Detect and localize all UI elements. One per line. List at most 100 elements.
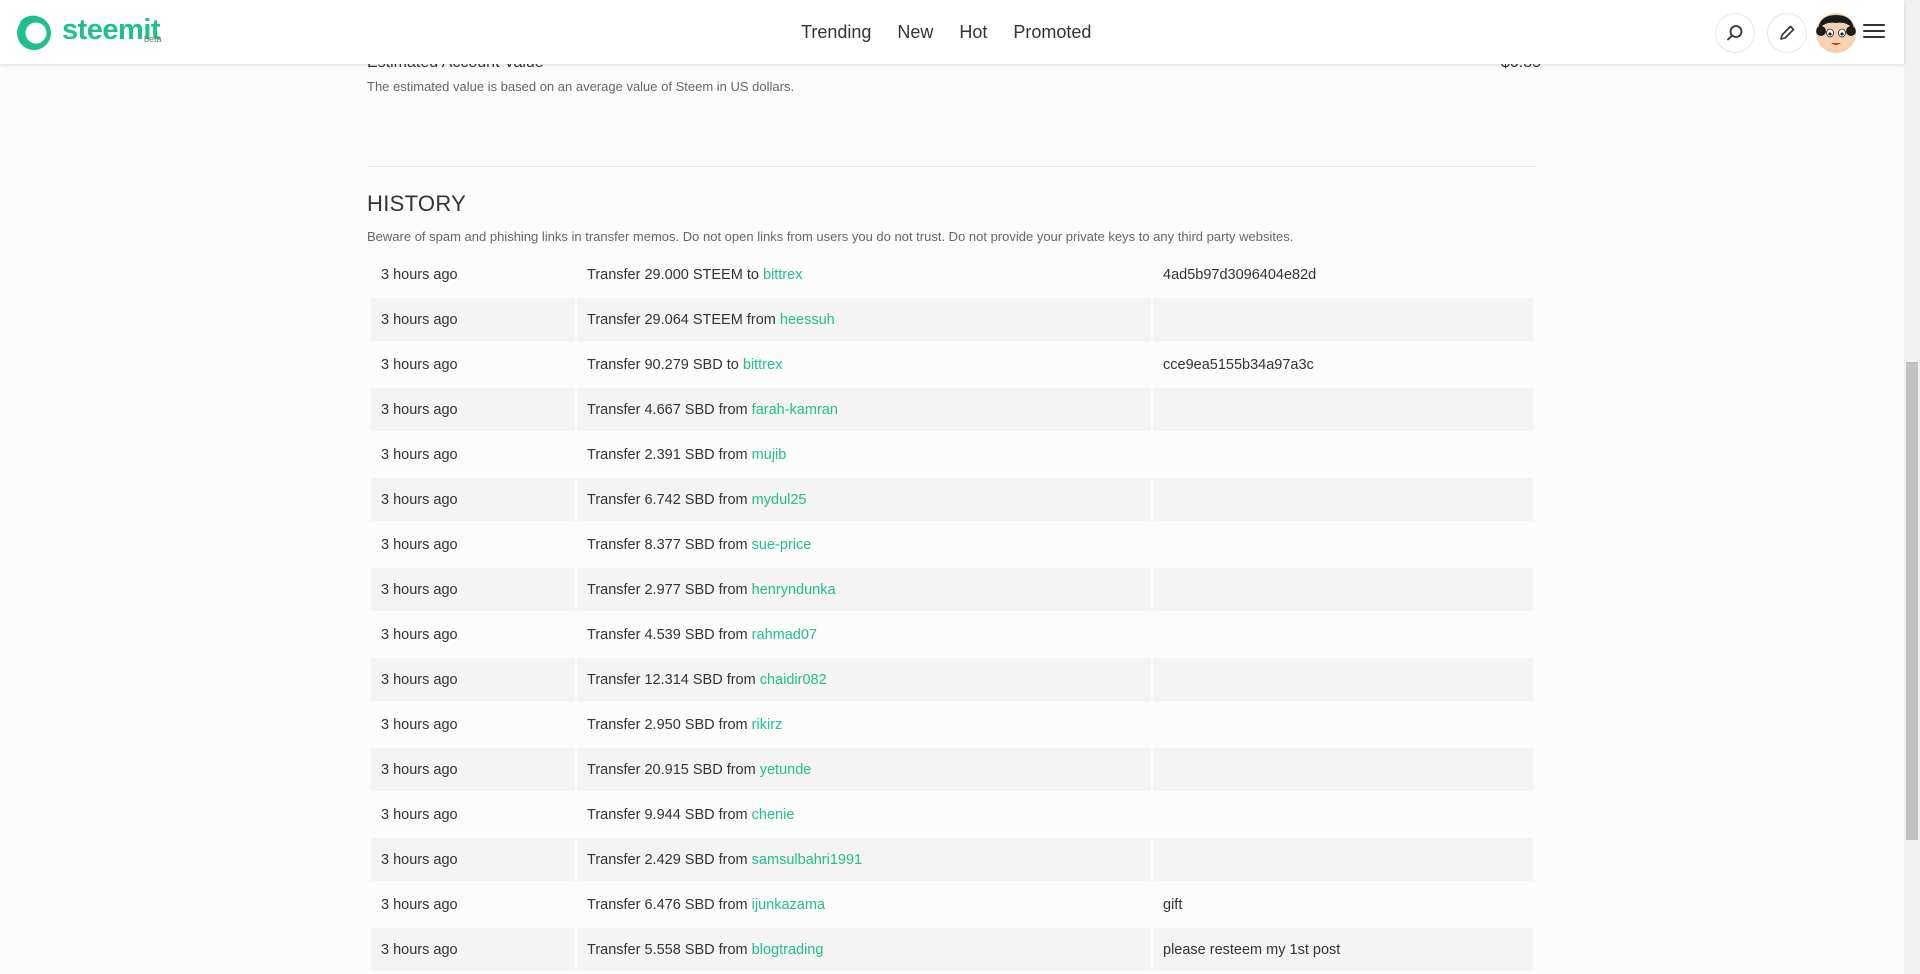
transfer-description: Transfer 4.667 SBD from [587, 401, 752, 418]
history-time: 3 hours ago [381, 806, 458, 823]
history-time: 3 hours ago [381, 716, 458, 733]
transfer-description: Transfer 4.539 SBD from [587, 626, 752, 643]
account-link[interactable]: bittrex [763, 267, 803, 283]
history-time: 3 hours ago [381, 446, 458, 463]
history-transfer: Transfer 29.064 STEEM from heessuh [577, 298, 1151, 341]
account-link[interactable]: rikirz [752, 717, 783, 733]
search-icon [1727, 25, 1743, 41]
history-transfer: Transfer 29.000 STEEM to bittrex [577, 253, 1151, 296]
history-transfer: Transfer 4.667 SBD from farah-kamran [577, 388, 1151, 431]
nav-new[interactable]: New [897, 20, 933, 44]
transfer-description: Transfer 6.476 SBD from [587, 896, 752, 913]
transfer-description: Transfer 2.977 SBD from [587, 581, 752, 598]
account-link[interactable]: chaidir082 [760, 672, 827, 688]
avatar[interactable] [1816, 13, 1856, 53]
transfer-description: Transfer 5.558 SBD from [587, 941, 752, 958]
steemit-logo-icon [17, 15, 51, 50]
history-row: 3 hours ago Transfer 6.742 SBD from mydul… [371, 478, 1533, 521]
history-row: 3 hours ago Transfer 9.944 SBD from cheni… [371, 793, 1533, 836]
transfer-description: Transfer 12.314 SBD from [587, 671, 760, 688]
transfer-description: Transfer 29.000 STEEM to [587, 266, 763, 283]
history-row: 3 hours ago Transfer 4.539 SBD from rahma… [371, 613, 1533, 656]
history-time: 3 hours ago [381, 626, 458, 643]
history-row: 3 hours ago Transfer 29.000 STEEM to bitt… [371, 253, 1533, 296]
account-link[interactable]: sue-price [752, 537, 812, 553]
estimated-value-description: The estimated value is based on an avera… [367, 79, 795, 94]
history-row: 3 hours ago Transfer 20.915 SBD from yetu… [371, 748, 1533, 791]
transfer-description: Transfer 6.742 SBD from [587, 491, 752, 508]
history-time: 3 hours ago [371, 388, 575, 431]
transfer-description: Transfer 8.377 SBD from [587, 536, 752, 553]
transfer-description: Transfer 90.279 SBD to [587, 356, 743, 373]
history-row: 3 hours ago Transfer 2.950 SBD from rikir… [371, 703, 1533, 746]
history-memo [1153, 748, 1533, 791]
history-memo [1153, 478, 1533, 521]
pencil-icon [1780, 25, 1795, 40]
history-time: 3 hours ago [381, 896, 458, 913]
transfer-description: Transfer 2.391 SBD from [587, 446, 752, 463]
nav-trending[interactable]: Trending [801, 20, 871, 44]
account-link[interactable]: farah-kamran [752, 402, 838, 418]
top-header: steemit beta Trending New Hot Promoted [0, 0, 1904, 64]
history-transfer: Transfer 6.476 SBD from ijunkazama [577, 883, 1151, 926]
history-transfer: Transfer 12.314 SBD from chaidir082 [577, 658, 1151, 701]
account-link[interactable]: bittrex [743, 357, 783, 373]
page-scrollbar-thumb[interactable] [1906, 362, 1918, 840]
hamburger-menu-icon[interactable] [1862, 20, 1886, 44]
history-memo [1153, 793, 1533, 836]
history-memo [1153, 568, 1533, 611]
account-link[interactable]: yetunde [760, 762, 812, 778]
submit-post-button[interactable] [1767, 13, 1807, 53]
history-row: 3 hours ago Transfer 4.667 SBD from farah… [371, 388, 1533, 431]
history-transfer: Transfer 5.558 SBD from blogtrading [577, 928, 1151, 971]
steemit-logo[interactable]: steemit [14, 12, 161, 52]
account-link[interactable]: blogtrading [752, 942, 824, 958]
history-transfer: Transfer 2.977 SBD from henryndunka [577, 568, 1151, 611]
transfer-description: Transfer 2.429 SBD from [587, 851, 752, 868]
history-row: 3 hours ago Transfer 2.391 SBD from mujib [371, 433, 1533, 476]
history-memo: 4ad5b97d3096404e82d [1163, 266, 1317, 283]
account-link[interactable]: mujib [752, 447, 787, 463]
transfer-description: Transfer 29.064 STEEM from [587, 311, 780, 328]
history-transfer: Transfer 8.377 SBD from sue-price [577, 523, 1151, 566]
nav-hot[interactable]: Hot [959, 20, 987, 44]
account-link[interactable]: mydul25 [752, 492, 807, 508]
account-link[interactable]: chenie [752, 807, 795, 823]
nav-promoted[interactable]: Promoted [1013, 20, 1091, 44]
account-link[interactable]: ijunkazama [752, 897, 825, 913]
search-button[interactable] [1715, 13, 1755, 53]
history-memo: please resteem my 1st post [1153, 928, 1533, 971]
history-transfer: Transfer 2.429 SBD from samsulbahri1991 [577, 838, 1151, 881]
history-row: 3 hours ago Transfer 6.476 SBD from ijunk… [371, 883, 1533, 926]
history-time: 3 hours ago [371, 838, 575, 881]
history-row: 3 hours ago Transfer 2.977 SBD from henry… [371, 568, 1533, 611]
account-link[interactable]: henryndunka [752, 582, 836, 598]
history-memo [1153, 703, 1533, 746]
history-transfer: Transfer 2.391 SBD from mujib [577, 433, 1151, 476]
history-title: HISTORY [367, 191, 467, 216]
section-divider [367, 166, 1537, 167]
history-time: 3 hours ago [381, 266, 458, 283]
account-link[interactable]: samsulbahri1991 [752, 852, 862, 868]
beta-badge: beta [144, 34, 162, 44]
history-time: 3 hours ago [381, 536, 458, 553]
history-transfer: Transfer 4.539 SBD from rahmad07 [577, 613, 1151, 656]
history-memo [1153, 523, 1533, 566]
history-memo [1153, 658, 1533, 701]
history-transfer: Transfer 2.950 SBD from rikirz [577, 703, 1151, 746]
account-link[interactable]: rahmad07 [752, 627, 817, 643]
account-link[interactable]: heessuh [780, 312, 835, 328]
history-time: 3 hours ago [371, 298, 575, 341]
transfer-description: Transfer 20.915 SBD from [587, 761, 760, 778]
history-transfer: Transfer 6.742 SBD from mydul25 [577, 478, 1151, 521]
history-transfer: Transfer 9.944 SBD from chenie [577, 793, 1151, 836]
history-row: 3 hours ago Transfer 90.279 SBD to bittre… [371, 343, 1533, 386]
history-memo [1153, 433, 1533, 476]
history-memo: cce9ea5155b34a97a3c [1163, 356, 1314, 373]
history-memo [1153, 838, 1533, 881]
transfer-description: Transfer 2.950 SBD from [587, 716, 752, 733]
transfer-description: Transfer 9.944 SBD from [587, 806, 752, 823]
history-memo [1153, 388, 1533, 431]
avatar-image [1816, 13, 1856, 53]
spam-warning: Beware of spam and phishing links in tra… [367, 229, 1294, 244]
